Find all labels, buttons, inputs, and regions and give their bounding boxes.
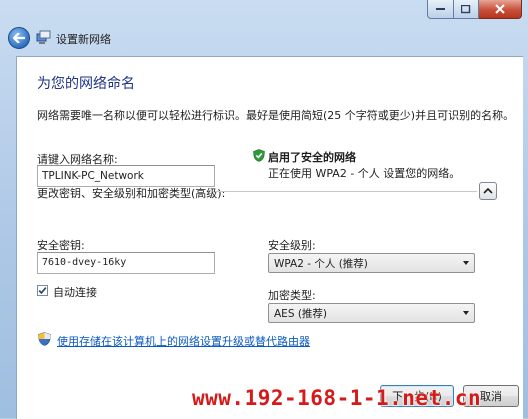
back-arrow-icon [13, 33, 25, 43]
page-intro: 网络需要唯一名称以便可以轻松进行标识。最好是使用简短(25 个字符或更少)并且可… [37, 109, 515, 122]
security-status-title: 启用了安全的网络 [268, 151, 356, 164]
security-level-select[interactable]: WPA2 - 个人 (推荐) [268, 253, 475, 273]
checkmark-icon [38, 287, 47, 295]
auto-connect-checkbox[interactable] [37, 285, 48, 296]
security-level-label: 安全级别: [268, 239, 316, 252]
security-status-detail: 正在使用 WPA2 - 个人 设置您的网络。 [268, 167, 461, 180]
page-heading: 为您的网络命名 [37, 76, 135, 92]
caption-buttons [427, 0, 522, 19]
upgrade-router-link[interactable]: 使用存储在该计算机上的网络设置升级或替代路由器 [57, 333, 310, 349]
network-name-input[interactable]: TPLINK-PC_Network [37, 165, 215, 187]
minimize-button[interactable] [427, 0, 454, 19]
encryption-type-label: 加密类型: [268, 289, 316, 302]
dropdown-arrow-icon [463, 311, 469, 315]
security-key-input[interactable]: 7610-dvey-16ky [37, 252, 215, 274]
dialog-window: 设置新网络 为您的网络命名 网络需要唯一名称以便可以轻松进行标识。最好是使用简短… [0, 0, 528, 419]
network-setup-icon [36, 30, 51, 44]
auto-connect-label[interactable]: 自动连接 [53, 284, 97, 300]
minimize-icon [435, 8, 445, 10]
chevron-up-icon [483, 187, 493, 194]
dialog-header: 设置新网络 [0, 22, 528, 54]
maximize-button[interactable] [454, 0, 479, 19]
window-title: 设置新网络 [56, 33, 111, 46]
site-watermark: www.192-168-1-1.net.cn [192, 386, 482, 410]
dropdown-arrow-icon [463, 261, 469, 265]
advanced-divider [215, 191, 477, 192]
back-button[interactable] [8, 27, 30, 49]
uac-shield-icon [38, 332, 51, 346]
security-key-label: 安全密钥: [37, 239, 85, 252]
maximize-icon [461, 4, 471, 13]
encryption-type-value: AES (推荐) [274, 308, 328, 320]
close-button[interactable] [479, 0, 522, 19]
advanced-settings-label: 更改密钥、安全级别和加密类型(高级): [37, 187, 226, 200]
collapse-advanced-button[interactable] [479, 182, 497, 200]
close-icon [495, 4, 505, 14]
security-level-value: WPA2 - 个人 (推荐) [274, 258, 368, 270]
shield-check-icon [253, 149, 265, 162]
encryption-type-select[interactable]: AES (推荐) [268, 303, 475, 323]
content-panel: 为您的网络命名 网络需要唯一名称以便可以轻松进行标识。最好是使用简短(25 个字… [16, 56, 523, 419]
